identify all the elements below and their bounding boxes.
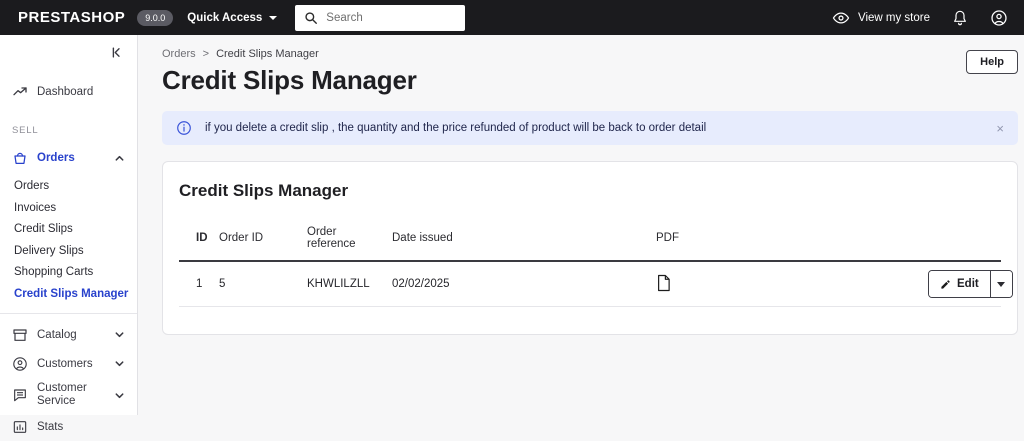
quick-access-label: Quick Access [187,11,263,24]
catalog-storefront-icon [12,327,28,343]
header-pdf: PDF [656,218,928,262]
alert-message: if you delete a credit slip , the quanti… [205,122,707,134]
header-date-issued: Date issued [392,218,656,262]
table-header-row: ID Order ID Order reference Date issued … [179,218,1001,262]
view-my-store-label: View my store [857,11,930,24]
sidebar-item-customers[interactable]: Customers [0,349,137,378]
sidebar-divider [0,313,137,314]
view-my-store-link[interactable]: View my store [832,11,930,25]
breadcrumb-orders-link[interactable]: Orders [162,48,196,60]
sidebar-item-label: Dashboard [37,86,94,98]
submenu-item-credit-slips[interactable]: Credit Slips [0,219,137,241]
sidebar-item-stats[interactable]: Stats [0,412,137,441]
submenu-item-orders[interactable]: Orders [0,176,137,198]
pencil-icon [940,279,951,290]
chevron-down-icon [114,329,125,340]
sidebar-item-label: Orders [37,152,75,164]
sidebar-item-orders[interactable]: Orders [0,144,137,172]
search-input[interactable] [326,11,457,24]
sidebar-item-customer-service[interactable]: Customer Service [0,378,137,412]
help-button[interactable]: Help [966,50,1018,74]
breadcrumb-separator: > [202,48,210,60]
sidebar-item-label: Customer Service [37,381,87,407]
sidebar: Dashboard SELL Orders Orders Invoices Cr… [0,35,138,433]
cell-date-issued: 02/02/2025 [392,261,656,307]
global-search[interactable] [295,4,466,31]
credit-slips-table: ID Order ID Order reference Date issued … [179,218,1013,307]
sidebar-collapse-button[interactable] [109,45,124,63]
caret-down-icon [269,15,278,20]
sidebar-item-dashboard[interactable]: Dashboard [0,79,137,105]
edit-dropdown-toggle[interactable] [989,271,1012,297]
user-account-icon [990,9,1008,27]
orders-basket-icon [12,150,28,166]
header-id: ID [179,218,219,262]
credit-slips-panel: Credit Slips Manager ID Order ID Order r… [162,161,1018,335]
sidebar-item-catalog[interactable]: Catalog [0,320,137,349]
search-icon [304,11,318,25]
prestashop-logo[interactable]: PRESTASHOP [18,9,125,26]
cell-order-id: 5 [219,261,307,307]
header-order-id: Order ID [219,218,307,262]
info-icon [176,120,192,136]
dashboard-icon [12,84,28,100]
quick-access-menu[interactable]: Quick Access [187,11,278,24]
breadcrumb: Orders > Credit Slips Manager [162,48,417,60]
stats-bar-chart-icon [12,419,28,435]
cell-order-reference: KHWLILZLL [307,261,392,307]
sidebar-section-sell: SELL [12,125,39,136]
main-content: Orders > Credit Slips Manager Credit Sli… [139,35,1024,415]
topbar-right: View my store [832,9,1008,27]
notifications-button[interactable] [952,9,968,27]
chevron-up-icon [114,153,125,164]
profile-button[interactable] [990,9,1008,27]
submenu-item-shopping-carts[interactable]: Shopping Carts [0,262,137,284]
eye-icon [832,11,850,25]
orders-submenu: Orders Invoices Credit Slips Delivery Sl… [0,176,137,305]
edit-button-group: Edit [928,270,1013,298]
sidebar-item-label: Catalog [37,328,77,341]
topbar: PRESTASHOP 9.0.0 Quick Access View my st… [0,0,1024,35]
page-title: Credit Slips Manager [162,65,417,95]
panel-title: Credit Slips Manager [179,181,349,200]
caret-down-icon [997,281,1006,287]
submenu-item-credit-slips-manager[interactable]: Credit Slips Manager [0,284,137,306]
version-badge: 9.0.0 [137,9,174,26]
submenu-item-delivery-slips[interactable]: Delivery Slips [0,241,137,263]
bell-icon [952,9,968,27]
alert-close-icon[interactable]: × [996,122,1004,135]
header-order-reference: Order reference [307,218,392,262]
cell-id: 1 [179,261,219,307]
cell-actions: Edit [928,261,1013,307]
customers-icon [12,356,28,372]
info-alert: if you delete a credit slip , the quanti… [162,111,1018,145]
edit-button[interactable]: Edit [929,271,990,297]
chevron-down-icon [114,358,125,369]
cell-pdf [656,261,928,307]
sidebar-item-label: Stats [37,420,64,433]
submenu-item-invoices[interactable]: Invoices [0,198,137,220]
chevron-down-icon [114,390,125,401]
pdf-document-icon[interactable] [656,274,671,292]
header-actions [928,218,1001,262]
table-row: 1 5 KHWLILZLL 02/02/2025 Edit [179,261,1013,307]
edit-button-label: Edit [957,278,979,290]
sidebar-item-label: Customers [37,357,93,370]
breadcrumb-current: Credit Slips Manager [216,48,319,60]
customer-service-chat-icon [12,387,28,403]
